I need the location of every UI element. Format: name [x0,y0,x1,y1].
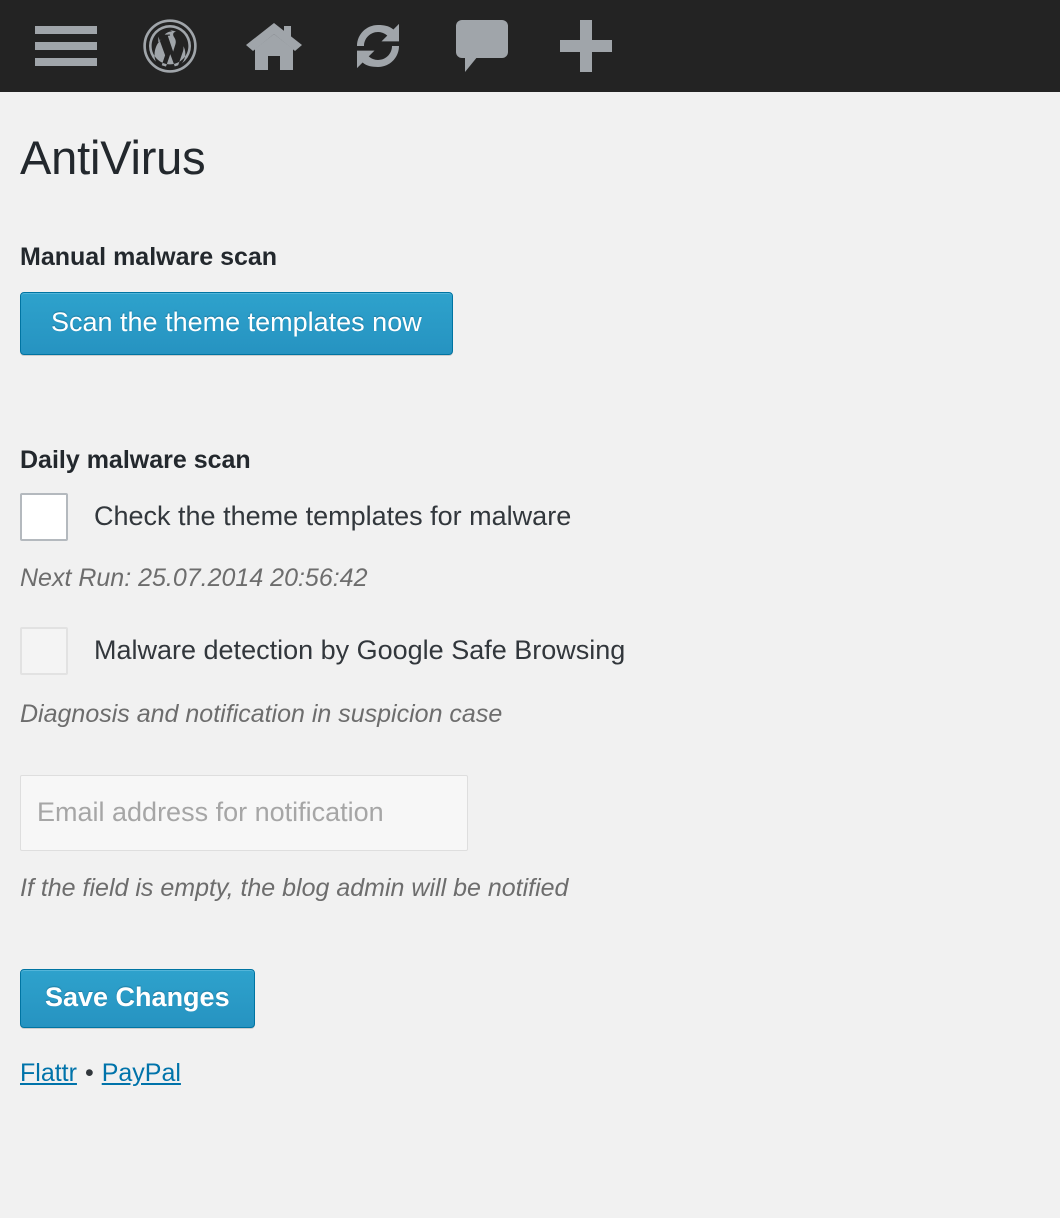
empty-field-note: If the field is empty, the blog admin wi… [20,873,569,902]
notification-email-input[interactable] [20,774,468,851]
safe-browsing-label: Malware detection by Google Safe Browsin… [94,635,626,666]
admin-bar [0,0,1060,92]
comments-button[interactable] [430,0,534,92]
link-separator: • [84,1058,94,1087]
safe-browsing-row[interactable]: Malware detection by Google Safe Browsin… [20,626,1040,675]
theme-check-checkbox[interactable] [20,492,68,541]
new-content-button[interactable] [534,0,638,92]
page-title: AntiVirus [20,131,206,184]
save-changes-button[interactable]: Save Changes [20,968,255,1028]
daily-scan-heading: Daily malware scan [20,445,251,474]
next-run-text: Next Run: 25.07.2014 20:56:42 [20,563,368,592]
paypal-link[interactable]: PayPal [102,1059,181,1087]
page-content: AntiVirus Manual malware scan Scan the t… [0,92,1060,1088]
safe-browsing-note: Diagnosis and notification in suspicion … [20,699,503,728]
wordpress-logo-button[interactable] [118,0,222,92]
wordpress-logo-icon [142,18,198,74]
comments-icon [456,18,508,74]
theme-check-label: Check the theme templates for malware [94,501,572,532]
donation-links: Flattr • PayPal [20,1058,1040,1088]
safe-browsing-checkbox[interactable] [20,626,68,675]
visit-site-button[interactable] [222,0,326,92]
new-content-icon [558,18,614,74]
scan-theme-templates-button[interactable]: Scan the theme templates now [20,291,453,355]
home-icon [246,20,302,72]
flattr-link[interactable]: Flattr [20,1059,77,1087]
updates-button[interactable] [326,0,430,92]
menu-icon [35,24,97,68]
save-block: Save Changes [20,968,1040,1028]
updates-icon [350,18,406,74]
theme-check-row[interactable]: Check the theme templates for malware [20,492,1040,541]
manual-scan-heading: Manual malware scan [20,242,278,271]
menu-button[interactable] [14,0,118,92]
